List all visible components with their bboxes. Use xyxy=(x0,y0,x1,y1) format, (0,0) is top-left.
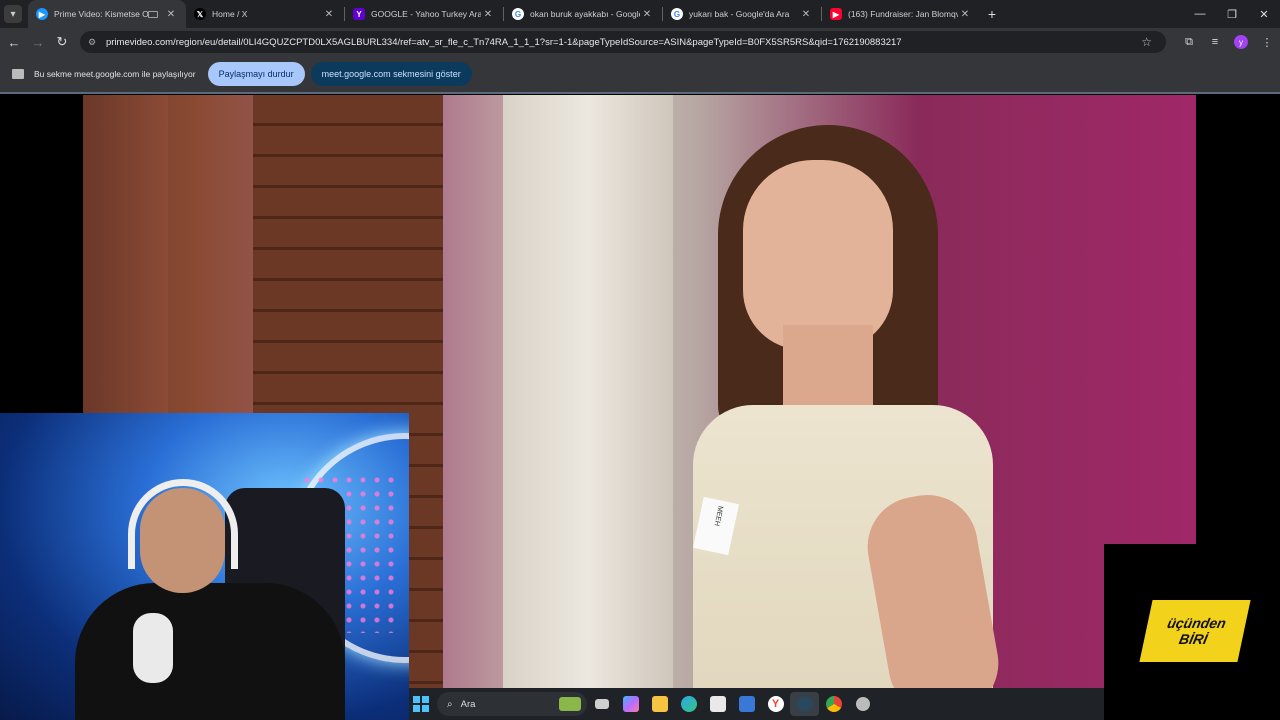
tab-sharing-bar: Bu sekme meet.google.com ile paylaşılıyo… xyxy=(0,56,1280,94)
tab-title: (163) Fundraiser: Jan Blomqvist xyxy=(848,9,958,19)
face xyxy=(743,160,893,350)
screen-share-app-icon[interactable] xyxy=(732,692,761,716)
search-highlight-icon xyxy=(559,697,581,711)
x-icon: 𝕏 xyxy=(194,8,206,20)
task-view-icon[interactable] xyxy=(587,692,616,716)
headphones xyxy=(128,479,238,569)
google-icon: G xyxy=(512,8,524,20)
profile-avatar[interactable]: y xyxy=(1234,35,1248,49)
menu-icon[interactable]: ⋮ xyxy=(1254,36,1280,49)
url-text: primevideo.com/region/eu/detail/0LI4GQUZ… xyxy=(106,36,902,48)
tab-x[interactable]: 𝕏 Home / X ✕ xyxy=(186,0,344,28)
tab-youtube[interactable]: ▶ (163) Fundraiser: Jan Blomqvist ✕ xyxy=(822,0,980,28)
search-icon: ⌕ xyxy=(447,698,453,710)
yahoo-icon: Y xyxy=(353,8,365,20)
close-tab-icon[interactable]: ✕ xyxy=(322,9,336,20)
browser-tab-strip: ▾ ▶ Prime Video: Kismetse Olur ✕ 𝕏 Home … xyxy=(0,0,1280,28)
tab-yahoo[interactable]: Y GOOGLE - Yahoo Turkey Arama ✕ xyxy=(345,0,503,28)
cast-indicator-icon xyxy=(148,10,158,18)
window-controls: — ❐ ✕ xyxy=(1184,0,1280,28)
close-tab-icon[interactable]: ✕ xyxy=(164,9,178,20)
new-tab-button[interactable]: + xyxy=(980,6,1004,22)
bookmark-star-icon[interactable]: ☆ xyxy=(1141,35,1152,49)
restore-icon[interactable]: ❐ xyxy=(1216,0,1248,28)
webcam-overlay xyxy=(0,413,409,720)
tab-title: yukarı bak - Google'da Ara xyxy=(689,9,790,19)
prime-video-icon: ▶ xyxy=(36,8,48,20)
taskbar-search[interactable]: ⌕ Ara xyxy=(437,692,587,716)
close-window-icon[interactable]: ✕ xyxy=(1248,0,1280,28)
streamer-body xyxy=(75,583,345,720)
extensions-icon[interactable]: ⧉ xyxy=(1176,36,1202,49)
tab-prime-video[interactable]: ▶ Prime Video: Kismetse Olur ✕ xyxy=(28,0,186,28)
woman-on-screen: MEEH xyxy=(623,125,1083,720)
settings-icon[interactable] xyxy=(848,692,877,716)
store-icon[interactable] xyxy=(703,692,732,716)
close-tab-icon[interactable]: ✕ xyxy=(640,9,654,20)
tab-google-2[interactable]: G yukarı bak - Google'da Ara ✕ xyxy=(663,0,821,28)
address-bar[interactable]: ⚙ primevideo.com/region/eu/detail/0LI4GQ… xyxy=(80,31,1166,53)
edge-icon[interactable] xyxy=(674,692,703,716)
forward-icon[interactable]: → xyxy=(26,35,50,50)
tab-title: GOOGLE - Yahoo Turkey Arama xyxy=(371,9,481,19)
stop-sharing-button[interactable]: Paylaşmayı durdur xyxy=(207,62,305,86)
minimize-icon[interactable]: — xyxy=(1184,0,1216,28)
sharing-message: Bu sekme meet.google.com ile paylaşılıyo… xyxy=(34,69,196,79)
close-tab-icon[interactable]: ✕ xyxy=(958,9,972,20)
reload-icon[interactable]: ↻ xyxy=(50,34,74,50)
tab-search-icon[interactable]: ▾ xyxy=(4,5,22,23)
steam-icon[interactable] xyxy=(790,692,819,716)
media-controls-icon[interactable]: ≡ xyxy=(1202,36,1228,48)
tab-google-1[interactable]: G okan buruk ayakkabı - Google'da Ara ✕ xyxy=(504,0,662,28)
site-info-icon[interactable]: ⚙ xyxy=(88,37,100,48)
file-explorer-icon[interactable] xyxy=(645,692,674,716)
close-tab-icon[interactable]: ✕ xyxy=(481,9,495,20)
windows-taskbar: ⌕ Ara Y xyxy=(409,688,1104,720)
logo-line-1: üçünden xyxy=(1165,615,1228,631)
show-meet-tab-button[interactable]: meet.google.com sekmesini göster xyxy=(310,62,472,86)
logo-line-2: BİRİ xyxy=(1177,631,1209,647)
windows-start-icon[interactable] xyxy=(413,696,429,712)
google-icon: G xyxy=(671,8,683,20)
search-placeholder: Ara xyxy=(460,698,476,710)
back-icon[interactable]: ← xyxy=(2,35,26,50)
close-tab-icon[interactable]: ✕ xyxy=(799,9,813,20)
screen-share-icon xyxy=(12,69,24,79)
microphone xyxy=(133,613,173,683)
browser-toolbar: ← → ↻ ⚙ primevideo.com/region/eu/detail/… xyxy=(0,28,1280,56)
chrome-icon[interactable] xyxy=(819,692,848,716)
tab-title: okan buruk ayakkabı - Google'da Ara xyxy=(530,9,640,19)
yandex-browser-icon[interactable]: Y xyxy=(761,692,790,716)
tab-title: Prime Video: Kismetse Olur xyxy=(54,9,148,19)
youtube-icon: ▶ xyxy=(830,8,842,20)
tab-title: Home / X xyxy=(212,9,248,19)
channel-logo: üçünden BİRİ xyxy=(1139,600,1251,662)
copilot-icon[interactable] xyxy=(616,692,645,716)
name-tag-text: MEEH xyxy=(712,505,724,527)
